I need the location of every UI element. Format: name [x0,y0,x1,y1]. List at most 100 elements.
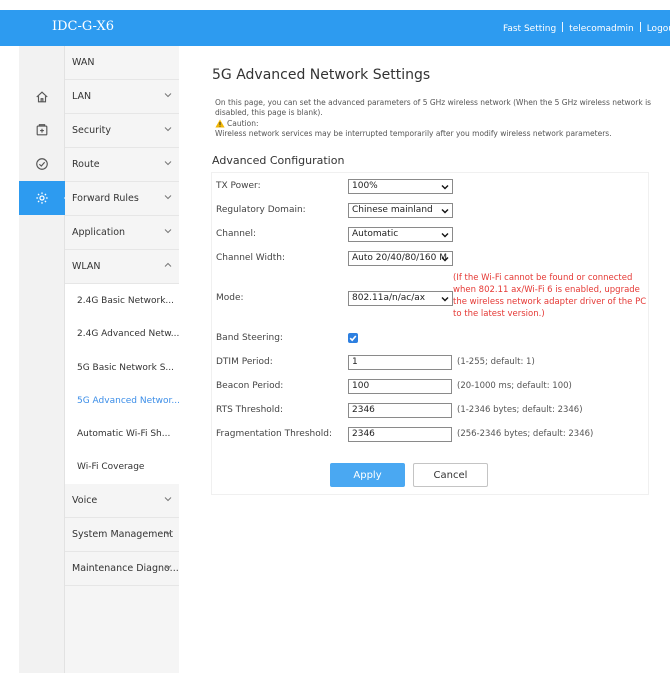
sidebar-item-label: Maintenance Diagno... [72,563,179,574]
sidebar-item-label: WLAN [72,261,101,272]
sidebar-menu: WAN LAN Security Route Forward Rules App… [65,46,179,673]
sidebar-item-wlan[interactable]: WLAN [65,250,179,284]
sidebar-item-label: Security [72,125,112,136]
page-description: On this page, you can set the advanced p… [215,98,652,117]
app-root: IDC-G-X6 Fast Setting telecomadmin Logou W… [0,0,670,673]
beacon-period-hint: (20-1000 ms; default: 100) [457,381,572,391]
sidebar-item-maintenance-diagnosis[interactable]: Maintenance Diagno... [65,552,179,586]
fragmentation-threshold-input[interactable]: 2346 [348,427,452,442]
tx-power-select[interactable]: 100% [348,179,453,194]
user-link[interactable]: telecomadmin [569,24,634,34]
chevron-down-icon [164,125,172,133]
chevron-down-icon [441,255,449,263]
sidebar-item-label: Voice [72,495,98,506]
sidebar-item-label: WAN [72,57,95,68]
caution-text: Wireless network services may be interru… [215,129,612,138]
caution-label: Caution: [227,119,259,128]
dtim-period-input[interactable]: 1 [348,355,452,370]
mode-select[interactable]: 802.11a/n/ac/ax [348,291,453,306]
regulatory-domain-value: Chinese mainland [352,205,433,215]
fast-setting-link[interactable]: Fast Setting [503,24,556,34]
sidebar-item-forward-rules[interactable]: Forward Rules [65,182,179,216]
submenu-item-5g-advanced[interactable]: 5G Advanced Networ... [65,384,179,418]
channel-select[interactable]: Automatic [348,227,453,242]
band-steering-checkbox[interactable] [348,333,358,343]
gear-icon[interactable] [19,181,71,215]
tx-power-value: 100% [352,181,378,191]
section-title: Advanced Configuration [212,154,345,167]
fragmentation-threshold-hint: (256-2346 bytes; default: 2346) [457,429,594,439]
submenu-item-label: Automatic Wi-Fi Sh... [77,429,171,439]
channel-label: Channel: [216,229,256,239]
submenu-item-label: 2.4G Advanced Netw... [77,329,179,339]
header-divider [562,22,564,32]
logout-link[interactable]: Logou [647,24,670,34]
tx-power-label: TX Power: [216,181,261,191]
chevron-down-icon [164,193,172,201]
rts-threshold-input[interactable]: 2346 [348,403,452,418]
chevron-down-icon [164,227,172,235]
channel-value: Automatic [352,229,399,239]
header-divider [639,22,641,32]
clock-check-icon[interactable] [19,147,65,181]
plus-box-icon[interactable] [19,113,65,147]
cancel-button[interactable]: Cancel [413,463,488,487]
mode-value: 802.11a/n/ac/ax [352,293,426,303]
rts-threshold-hint: (1-2346 bytes; default: 2346) [457,405,583,415]
regulatory-domain-select[interactable]: Chinese mainland [348,203,453,218]
dtim-period-hint: (1-255; default: 1) [457,357,535,367]
submenu-item-auto-wifi-share[interactable]: Automatic Wi-Fi Sh... [65,417,179,451]
warning-icon [215,119,225,128]
sidebar-item-application[interactable]: Application [65,216,179,250]
sidebar-item-label: Route [72,159,100,170]
submenu-item-24g-basic[interactable]: 2.4G Basic Network... [65,284,179,318]
sidebar-item-security[interactable]: Security [65,114,179,148]
caution-line: Caution: [215,119,258,128]
home-icon[interactable] [19,80,65,114]
channel-width-label: Channel Width: [216,253,285,263]
submenu-item-label: 2.4G Basic Network... [77,296,174,306]
icon-rail [19,46,71,673]
wlan-submenu: 2.4G Basic Network... 2.4G Advanced Netw… [65,284,179,484]
chevron-down-icon [441,207,449,215]
apply-button[interactable]: Apply [330,463,405,487]
chevron-down-icon [441,183,449,191]
chevron-up-icon [164,261,172,269]
dtim-period-label: DTIM Period: [216,357,273,367]
channel-width-select[interactable]: Auto 20/40/80/160 M [348,251,453,266]
submenu-item-label: 5G Advanced Networ... [77,396,179,406]
chevron-down-icon [164,91,172,99]
sidebar-item-lan[interactable]: LAN [65,80,179,114]
mode-label: Mode: [216,293,244,303]
device-title: IDC-G-X6 [52,19,114,34]
beacon-period-label: Beacon Period: [216,381,284,391]
header-links: Fast Setting telecomadmin Logou [503,22,670,34]
page-title: 5G Advanced Network Settings [212,67,431,83]
chevron-down-icon [441,231,449,239]
chevron-down-icon [164,159,172,167]
mode-warning-note: (If the Wi-Fi cannot be found or connect… [453,273,647,319]
chevron-down-icon [164,529,172,537]
submenu-item-label: Wi-Fi Coverage [77,462,145,472]
submenu-item-24g-advanced[interactable]: 2.4G Advanced Netw... [65,317,179,351]
chevron-down-icon [441,295,449,303]
beacon-period-input[interactable]: 100 [348,379,452,394]
submenu-item-wifi-coverage[interactable]: Wi-Fi Coverage [65,450,179,484]
sidebar-item-system-management[interactable]: System Management [65,518,179,552]
sidebar-item-label: Application [72,227,126,238]
submenu-item-5g-basic[interactable]: 5G Basic Network S... [65,351,179,385]
chevron-down-icon [164,563,172,571]
sidebar-item-label: System Management [72,529,174,540]
regulatory-domain-label: Regulatory Domain: [216,205,306,215]
sidebar-item-wan[interactable]: WAN [65,46,179,80]
rts-threshold-label: RTS Threshold: [216,405,284,415]
sidebar-item-label: LAN [72,91,92,102]
sidebar-item-label: Forward Rules [72,193,139,204]
sidebar-item-voice[interactable]: Voice [65,484,179,518]
chevron-down-icon [164,495,172,503]
channel-width-value: Auto 20/40/80/160 M [352,253,448,263]
sidebar-item-route[interactable]: Route [65,148,179,182]
band-steering-label: Band Steering: [216,333,283,343]
top-bar: IDC-G-X6 Fast Setting telecomadmin Logou [0,10,670,46]
fragmentation-threshold-label: Fragmentation Threshold: [216,429,332,439]
